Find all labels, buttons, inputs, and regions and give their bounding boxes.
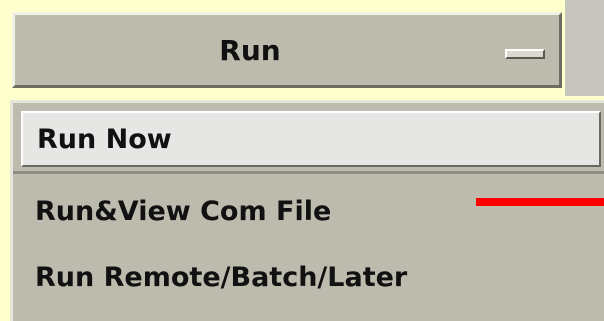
run-option-menu-label: Run: [219, 33, 281, 67]
red-annotation-line: [476, 198, 604, 206]
background-strip: [565, 0, 604, 96]
menu-item-run-now[interactable]: Run Now: [21, 111, 601, 167]
menu-item-label: Run Now: [37, 123, 172, 155]
option-menu-indicator-icon: [505, 49, 545, 59]
menu-item-run-view-com-file[interactable]: Run&View Com File: [21, 183, 601, 239]
run-option-menu-button[interactable]: Run: [12, 12, 562, 88]
run-option-menu-screenshot: Run Run Now Run&View Com File Run Remote…: [0, 0, 604, 321]
menu-item-label: Run&View Com File: [35, 195, 332, 227]
menu-separator: [13, 171, 604, 174]
run-popup-menu: Run Now Run&View Com File Run Remote/Bat…: [10, 100, 604, 321]
menu-item-run-remote-batch-later[interactable]: Run Remote/Batch/Later: [21, 249, 601, 305]
menu-item-label: Run Remote/Batch/Later: [35, 261, 408, 293]
